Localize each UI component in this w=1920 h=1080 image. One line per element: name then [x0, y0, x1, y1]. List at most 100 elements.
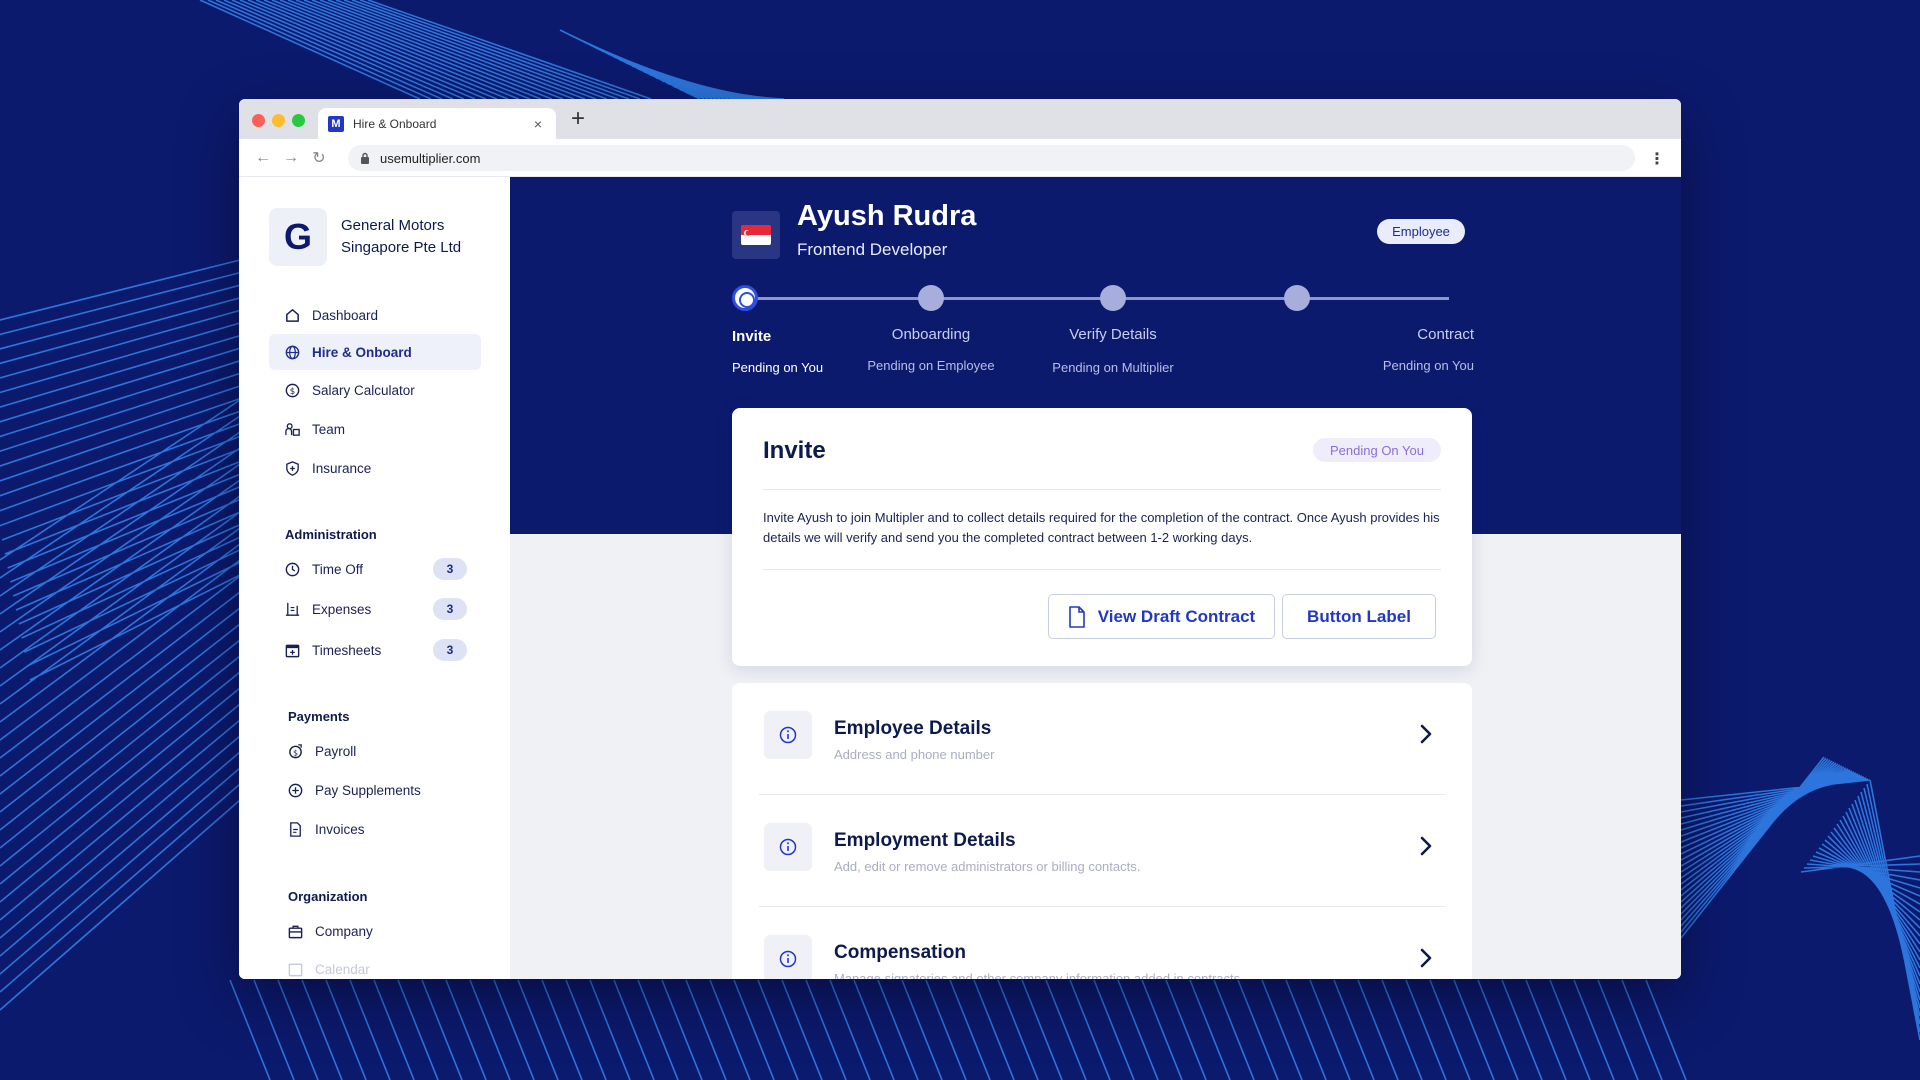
divider — [763, 489, 1441, 490]
detail-title: Employee Details — [834, 718, 992, 739]
sidebar-item-calendar[interactable]: Calendar — [272, 951, 484, 979]
reload-icon[interactable]: ↻ — [305, 148, 333, 168]
expenses-count-badge: 3 — [433, 598, 467, 620]
sidebar-item-timesheets[interactable]: Timesheets 3 — [269, 632, 481, 668]
detail-row-employee-details[interactable]: Employee Details Address and phone numbe… — [759, 683, 1445, 795]
step-status-verify-details: Pending on Multiplier — [1052, 360, 1174, 375]
back-arrow-icon[interactable]: ← — [249, 149, 277, 167]
invite-description: Invite Ayush to join Multipler and to co… — [763, 510, 1440, 545]
view-draft-contract-label: View Draft Contract — [1097, 606, 1256, 626]
sidebar-item-label: Invoices — [315, 821, 365, 837]
sidebar-item-pay-supplements[interactable]: Pay Supplements — [272, 772, 484, 808]
stepper-track — [745, 297, 1449, 300]
info-icon — [764, 935, 812, 979]
step-status-onboarding: Pending on Employee — [867, 358, 995, 373]
team-icon — [284, 421, 301, 438]
sidebar-item-label: Insurance — [312, 460, 372, 476]
step-dot-invite[interactable] — [732, 285, 758, 311]
timesheets-count-badge: 3 — [433, 639, 467, 661]
sidebar-item-label: Payroll — [315, 743, 357, 759]
step-dot-onboarding[interactable] — [918, 285, 944, 311]
section-title-organization: Organization — [288, 889, 368, 904]
sidebar-item-label: Dashboard — [312, 307, 379, 323]
step-label-verify-details: Verify Details — [1069, 326, 1157, 343]
close-tab-icon[interactable]: × — [530, 116, 546, 132]
chevron-right-icon — [1420, 724, 1432, 744]
sidebar-item-expenses[interactable]: Expenses 3 — [269, 591, 481, 627]
sidebar-item-hire-onboard[interactable]: Hire & Onboard — [269, 334, 481, 370]
time-off-count-badge: 3 — [433, 558, 467, 580]
chevron-right-icon — [1420, 836, 1432, 856]
main-panel: Ayush Rudra Frontend Developer Employee … — [510, 177, 1681, 979]
details-list: Employee Details Address and phone numbe… — [732, 683, 1472, 979]
browser-toolbar: ← → ↻ usemultiplier.com ⋮ — [239, 139, 1681, 177]
minimize-window-button[interactable] — [272, 114, 285, 127]
detail-title: Compensation — [834, 942, 966, 963]
dollar-circle-icon: $ — [284, 382, 301, 399]
forward-arrow-icon[interactable]: → — [277, 149, 305, 167]
step-dot-verify-details[interactable] — [1100, 285, 1126, 311]
clock-icon — [284, 561, 301, 578]
plus-circle-icon — [287, 782, 304, 799]
pending-status-badge: Pending On You — [1313, 438, 1441, 462]
new-tab-button[interactable]: + — [571, 105, 585, 133]
sidebar-item-payroll[interactable]: $ Payroll — [272, 733, 484, 769]
sidebar-item-time-off[interactable]: Time Off 3 — [269, 551, 481, 587]
close-window-button[interactable] — [252, 114, 265, 127]
browser-titlebar: M Hire & Onboard × + — [239, 99, 1681, 139]
sidebar: G General Motors Singapore Pte Ltd Dashb… — [239, 177, 510, 979]
singapore-flag-icon — [741, 225, 771, 245]
step-dot-contract[interactable] — [1284, 285, 1310, 311]
detail-row-employment-details[interactable]: Employment Details Add, edit or remove a… — [759, 795, 1445, 907]
sidebar-item-dashboard[interactable]: Dashboard — [269, 297, 481, 333]
tab-title: Hire & Onboard — [353, 116, 437, 131]
browser-tab[interactable]: M Hire & Onboard × — [318, 108, 556, 139]
multiplier-favicon-icon: M — [328, 115, 344, 132]
maximize-window-button[interactable] — [292, 114, 305, 127]
browser-menu-icon[interactable]: ⋮ — [1649, 149, 1665, 169]
url-text: usemultiplier.com — [380, 150, 481, 166]
step-label-contract: Contract — [1417, 326, 1474, 343]
section-title-payments: Payments — [288, 709, 350, 724]
view-draft-contract-button[interactable]: View Draft Contract — [1048, 594, 1275, 639]
briefcase-icon — [287, 923, 304, 940]
sidebar-item-label: Time Off — [312, 561, 364, 577]
step-status-contract: Pending on You — [1382, 358, 1474, 373]
company-logo: G — [269, 208, 327, 266]
sidebar-item-team[interactable]: Team — [269, 411, 481, 447]
globe-icon — [284, 344, 301, 361]
sidebar-item-label: Timesheets — [312, 642, 382, 658]
section-title-administration: Administration — [285, 527, 377, 542]
detail-subtitle: Address and phone number — [834, 747, 995, 762]
secondary-action-button[interactable]: Button Label — [1282, 594, 1436, 639]
calendar-plus-icon — [284, 642, 301, 659]
step-label-invite: Invite — [732, 328, 772, 345]
payroll-icon: $ — [287, 743, 304, 760]
invite-card: Invite Pending On You Invite Ayush to jo… — [732, 408, 1472, 666]
sidebar-item-insurance[interactable]: Insurance — [269, 450, 481, 486]
sidebar-item-label: Pay Supplements — [315, 782, 421, 798]
sidebar-item-label: Calendar — [315, 961, 370, 977]
sidebar-item-salary-calculator[interactable]: $ Salary Calculator — [269, 372, 481, 408]
receipt-icon — [284, 601, 301, 618]
sidebar-item-invoices[interactable]: Invoices — [272, 811, 484, 847]
detail-row-compensation[interactable]: Compensation Manage signatories and othe… — [759, 907, 1445, 979]
employee-type-badge: Employee — [1377, 219, 1465, 244]
sidebar-item-label: Salary Calculator — [312, 382, 415, 398]
info-icon — [764, 711, 812, 759]
company-name: General Motors Singapore Pte Ltd — [341, 217, 462, 256]
company-switcher[interactable]: G General Motors Singapore Pte Ltd — [269, 208, 491, 266]
shield-plus-icon — [284, 460, 301, 477]
chevron-right-icon — [1420, 948, 1432, 968]
info-icon — [764, 823, 812, 871]
divider — [763, 569, 1441, 570]
home-icon — [284, 307, 301, 324]
invoice-icon — [287, 821, 304, 838]
address-bar[interactable]: usemultiplier.com — [348, 145, 1635, 171]
sidebar-item-label: Hire & Onboard — [312, 344, 412, 360]
country-flag — [732, 211, 780, 259]
detail-title: Employment Details — [834, 830, 1016, 851]
detail-subtitle: Manage signatories and other company inf… — [834, 971, 1244, 979]
sidebar-item-company[interactable]: Company — [272, 913, 484, 949]
sidebar-item-label: Company — [315, 923, 373, 939]
